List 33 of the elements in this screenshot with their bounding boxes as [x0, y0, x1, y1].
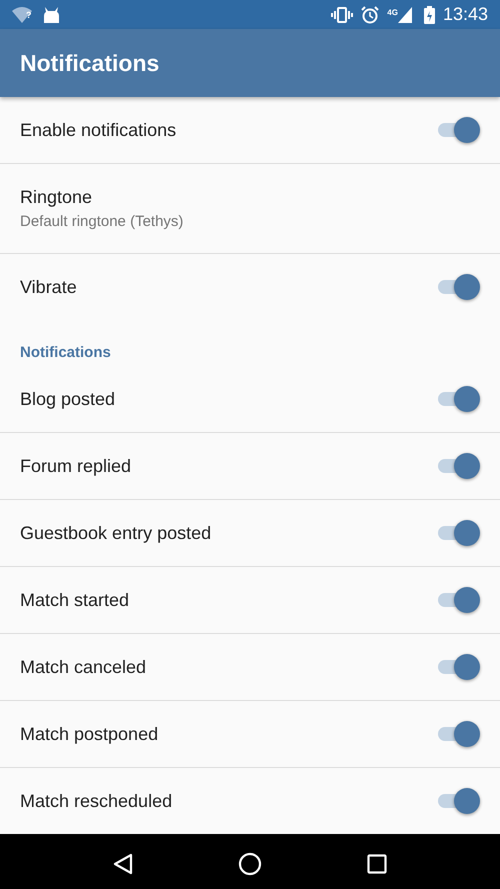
switch-row[interactable]: Guestbook entry posted [0, 500, 500, 567]
switch-row[interactable]: Match canceled [0, 634, 500, 701]
robot-icon [44, 6, 58, 22]
clock-time: 13:43 [442, 4, 488, 25]
switch-row[interactable]: Blog posted [0, 366, 500, 433]
row-title: Match started [20, 590, 130, 610]
switch-row[interactable]: Forum replied [0, 433, 500, 500]
home-icon[interactable] [238, 852, 262, 876]
network-type-label: 4G [387, 8, 398, 17]
vibrate-icon [331, 6, 354, 22]
row-title: Enable notifications [20, 120, 176, 140]
row-summary: Default ringtone (Tethys) [20, 213, 184, 230]
alarm-clock-icon [361, 6, 380, 24]
battery-charging-icon [424, 6, 435, 24]
switch-row[interactable]: Match postponed [0, 701, 500, 768]
row-title: Vibrate [20, 276, 77, 298]
row-title: Guestbook entry posted [20, 522, 212, 544]
row-title: Match rescheduled [20, 790, 172, 812]
switch-row[interactable]: Match rescheduled [0, 768, 500, 834]
section-header: Notifications [19, 343, 112, 363]
switch-row[interactable]: Enable notifications [0, 97, 500, 164]
preference-row[interactable]: Ringtone Default ringtone (Tethys) [0, 164, 500, 254]
row-title: Ringtone [20, 187, 94, 208]
row-title: Match canceled [20, 656, 146, 678]
screen-title: Notifications [20, 50, 160, 76]
recent-apps-icon[interactable] [367, 854, 388, 874]
row-title: Match postponed [20, 724, 158, 744]
row-title: Forum replied [20, 456, 132, 476]
back-icon[interactable] [112, 852, 133, 874]
signal-icon [398, 6, 412, 22]
row-title: Blog posted [20, 388, 116, 410]
switch-row[interactable]: Vibrate [0, 254, 500, 320]
switch-row[interactable]: Match started [0, 567, 500, 634]
